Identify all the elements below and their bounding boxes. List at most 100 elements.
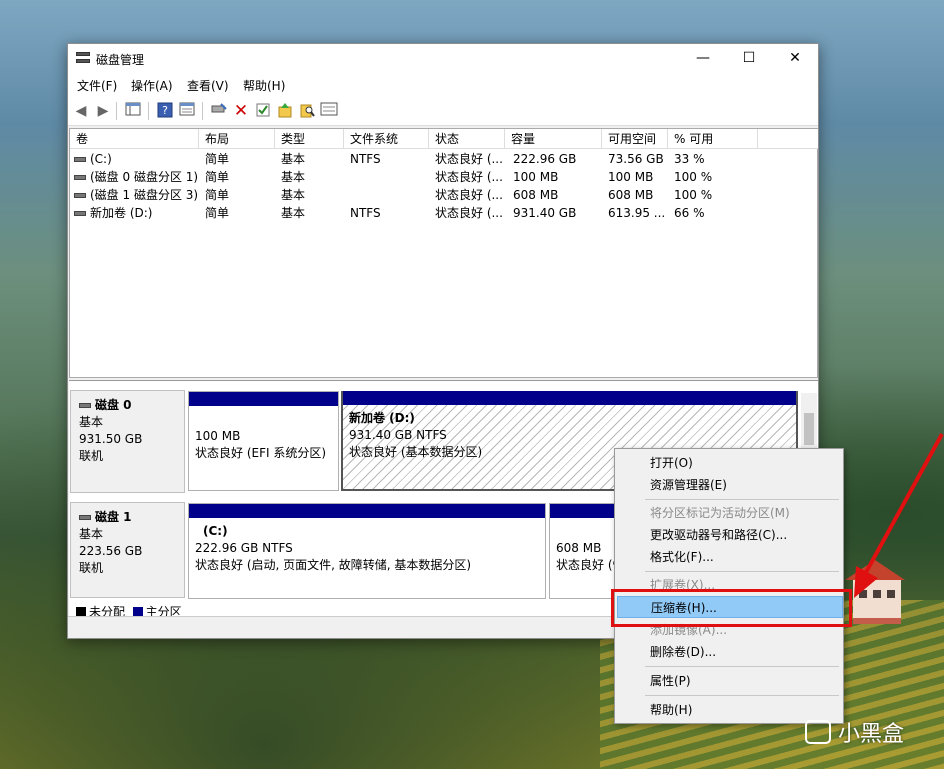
check-icon[interactable] (254, 102, 272, 120)
column-header-type[interactable]: 类型 (275, 129, 344, 149)
menu-item-change-drive-letter[interactable]: 更改驱动器号和路径(C)... (617, 524, 843, 546)
layout-cell: 简单 (205, 152, 230, 166)
percent-free-cell: 66 % (674, 206, 705, 220)
free-space-cell: 73.56 GB (608, 152, 664, 166)
menu-file[interactable]: 文件(F) (77, 77, 117, 94)
disk-state: 联机 (79, 449, 104, 463)
menu-item-mark-active: 将分区标记为活动分区(M) (650, 506, 790, 520)
search-icon[interactable] (298, 102, 316, 120)
partition-efi[interactable]: 100 MB 状态良好 (EFI 系统分区) (188, 391, 339, 491)
window-title: 磁盘管理 (96, 53, 145, 67)
volume-icon (74, 211, 86, 216)
disk-0-label[interactable]: 磁盘 0 基本 931.50 GB 联机 (70, 390, 185, 493)
watermark-text: 小黑盒 (838, 722, 905, 747)
context-menu: 打开(O) 资源管理器(E) 将分区标记为活动分区(M) 更改驱动器号和路径(C… (614, 448, 844, 724)
disk-icon (79, 515, 91, 520)
disk-management-icon (76, 52, 90, 64)
partition-status: 状态良好 (启动, 页面文件, 故障转储, 基本数据分区) (195, 558, 472, 572)
delete-icon[interactable]: ✕ (232, 102, 250, 120)
partition-label: (C:) (203, 524, 228, 538)
partition-size: 608 MB (556, 541, 602, 555)
primary-partition-bar (189, 504, 545, 518)
menu-bar: 文件(F) 操作(A) 查看(V) 帮助(H) (68, 72, 818, 96)
list-view-icon[interactable] (320, 102, 338, 120)
column-header-filesystem[interactable]: 文件系统 (344, 129, 429, 149)
table-row[interactable]: (C:) 简单 基本 NTFS 状态良好 (... 222.96 GB 73.5… (70, 150, 819, 168)
volume-name: (磁盘 0 磁盘分区 1) (90, 170, 198, 184)
console-tree-icon[interactable] (124, 102, 142, 120)
column-header-status[interactable]: 状态 (429, 129, 505, 149)
menu-action[interactable]: 操作(A) (131, 77, 173, 94)
partition-size: 100 MB (195, 429, 241, 443)
menu-separator (645, 695, 839, 696)
volume-icon (74, 193, 86, 198)
properties-view-icon[interactable] (178, 102, 196, 120)
menu-item-delete-volume[interactable]: 删除卷(D)... (617, 641, 843, 663)
help-icon[interactable]: ? (156, 102, 174, 120)
column-header-capacity[interactable]: 容量 (505, 129, 602, 149)
xiaoheihe-logo-icon (805, 720, 831, 744)
toolbar-divider (116, 102, 117, 120)
column-header-percent-free[interactable]: % 可用 (668, 129, 758, 149)
scrollbar-thumb[interactable] (804, 413, 814, 445)
title-bar: 磁盘管理 — ☐ ✕ (68, 44, 818, 72)
column-header-layout[interactable]: 布局 (199, 129, 275, 149)
menu-item-help[interactable]: 帮助(H) (617, 699, 843, 721)
percent-free-cell: 33 % (674, 152, 705, 166)
menu-item-open[interactable]: 打开(O) (617, 452, 843, 474)
percent-free-cell: 100 % (674, 170, 713, 184)
svg-text:?: ? (162, 104, 168, 117)
toolbar: ◀ ▶ ? ✕ (68, 96, 818, 126)
maximize-button[interactable]: ☐ (726, 44, 772, 72)
capacity-cell: 931.40 GB (513, 206, 577, 220)
table-row[interactable]: (磁盘 1 磁盘分区 3) 简单 基本 状态良好 (... 608 MB 608… (70, 186, 819, 204)
column-header-free-space[interactable]: 可用空间 (602, 129, 668, 149)
table-row[interactable]: 新加卷 (D:) 简单 基本 NTFS 状态良好 (... 931.40 GB … (70, 204, 819, 222)
disk-size: 223.56 GB (79, 544, 143, 558)
partition-size: 931.40 GB NTFS (349, 428, 447, 442)
menu-item-explorer[interactable]: 资源管理器(E) (617, 474, 843, 496)
primary-partition-bar (189, 392, 338, 406)
toolbar-divider (202, 102, 203, 120)
table-row[interactable]: (磁盘 0 磁盘分区 1) 简单 基本 状态良好 (... 100 MB 100… (70, 168, 819, 186)
partition-size: 222.96 GB NTFS (195, 541, 293, 555)
disk-size: 931.50 GB (79, 432, 143, 446)
free-space-cell: 100 MB (608, 170, 654, 184)
menu-item-properties[interactable]: 属性(P) (617, 670, 843, 692)
disk-type: 基本 (79, 415, 104, 429)
forward-icon[interactable]: ▶ (94, 102, 112, 120)
capacity-cell: 608 MB (513, 188, 559, 202)
status-cell: 状态良好 (... (435, 170, 503, 184)
status-cell: 状态良好 (... (435, 206, 503, 220)
up-folder-icon[interactable] (276, 102, 294, 120)
close-button[interactable]: ✕ (772, 44, 818, 72)
red-arrow-icon (854, 433, 944, 598)
menu-separator (645, 499, 839, 500)
disk-1-label[interactable]: 磁盘 1 基本 223.56 GB 联机 (70, 502, 185, 598)
partition-label: 新加卷 (D:) (349, 411, 415, 425)
type-cell: 基本 (281, 188, 306, 202)
volume-name: (磁盘 1 磁盘分区 3) (90, 188, 198, 202)
type-cell: 基本 (281, 170, 306, 184)
free-space-cell: 613.95 ... (608, 206, 666, 220)
primary-partition-bar (343, 391, 796, 405)
layout-cell: 简单 (205, 206, 230, 220)
toolbar-divider (148, 102, 149, 120)
column-header-empty (758, 129, 818, 149)
disk-type: 基本 (79, 527, 104, 541)
volume-name: (C:) (90, 152, 112, 166)
highlight-box (611, 589, 852, 627)
partition-status: 状态良好 (基本数据分区) (349, 445, 483, 459)
menu-item-format[interactable]: 格式化(F)... (617, 546, 843, 568)
menu-view[interactable]: 查看(V) (187, 77, 229, 94)
partition-c[interactable]: (C:) 222.96 GB NTFS 状态良好 (启动, 页面文件, 故障转储, … (188, 503, 546, 599)
type-cell: 基本 (281, 152, 306, 166)
volume-icon (74, 175, 86, 180)
back-icon[interactable]: ◀ (72, 102, 90, 120)
rescan-icon[interactable] (210, 102, 228, 120)
layout-cell: 简单 (205, 188, 230, 202)
column-header-volume[interactable]: 卷 (70, 129, 199, 149)
minimize-button[interactable]: — (680, 44, 726, 72)
volume-name: 新加卷 (D:) (90, 206, 153, 220)
menu-help[interactable]: 帮助(H) (243, 77, 285, 94)
